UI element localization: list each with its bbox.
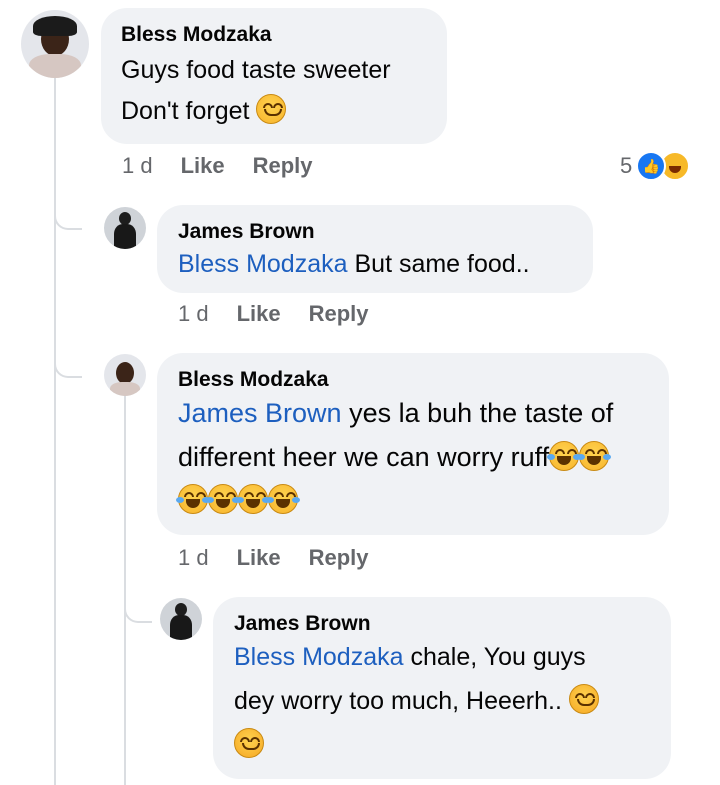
timestamp[interactable]: 1 d <box>122 153 153 179</box>
comment-text: Bless Modzaka But same food.. <box>178 250 530 278</box>
comment-text: dey worry too much, Heeerh.. <box>234 679 650 723</box>
like-button[interactable]: Like <box>237 301 281 327</box>
avatar[interactable] <box>104 354 146 396</box>
comment-author[interactable]: James Brown <box>234 611 650 637</box>
reply-button[interactable]: Reply <box>309 301 369 327</box>
comment-meta: 1 d Like Reply <box>122 153 313 179</box>
smiling-face-icon <box>568 684 599 714</box>
reply-button[interactable]: Reply <box>253 153 313 179</box>
like-button[interactable]: Like <box>237 545 281 571</box>
like-button[interactable]: Like <box>181 153 225 179</box>
tears-of-joy-icon <box>236 484 270 514</box>
comment-bubble: Bless Modzaka James Brown yes la buh the… <box>157 353 669 535</box>
tears-of-joy-icon <box>266 484 300 514</box>
comment-bubble: James Brown Bless Modzaka But same food.… <box>157 205 593 293</box>
smiling-face-icon <box>234 728 264 758</box>
mention-link[interactable]: Bless Modzaka <box>178 250 348 278</box>
thread-elbow <box>54 190 82 230</box>
comment-bubble: Bless Modzaka Guys food taste sweeter Do… <box>101 8 447 144</box>
comment-author[interactable]: Bless Modzaka <box>178 367 648 393</box>
comment-meta: 1 d Like Reply <box>178 545 369 571</box>
comment-author[interactable]: James Brown <box>178 219 572 245</box>
reaction-summary[interactable]: 5 👍 <box>620 151 691 181</box>
comment-text: Guys food taste sweeter <box>121 56 391 84</box>
mention-link[interactable]: James Brown <box>178 398 342 428</box>
comment-author[interactable]: Bless Modzaka <box>121 22 427 48</box>
timestamp[interactable]: 1 d <box>178 545 209 571</box>
tears-of-joy-icon <box>577 441 612 471</box>
comment-bubble: James Brown Bless Modzaka chale, You guy… <box>213 597 671 779</box>
thread-elbow <box>54 340 82 378</box>
avatar[interactable] <box>104 207 146 249</box>
comment-text: different heer we can worry ruff <box>178 435 648 480</box>
thread-line <box>54 78 56 785</box>
tears-of-joy-icon <box>547 441 582 471</box>
comment-meta: 1 d Like Reply <box>178 301 369 327</box>
reaction-count: 5 <box>620 153 633 178</box>
mention-link[interactable]: Bless Modzaka <box>234 643 404 671</box>
comment-emoji-row <box>234 723 650 767</box>
grinning-face-icon <box>256 94 287 124</box>
avatar[interactable] <box>21 10 89 78</box>
comment-emoji-row <box>176 478 648 523</box>
tears-of-joy-icon <box>176 484 210 514</box>
reply-button[interactable]: Reply <box>309 545 369 571</box>
like-icon: 👍 <box>636 151 667 181</box>
timestamp[interactable]: 1 d <box>178 301 209 327</box>
comment-text: Don't forget <box>121 89 427 133</box>
comment-text: Bless Modzaka chale, You guys <box>234 643 586 671</box>
comment-text: James Brown yes la buh the taste of <box>178 398 614 428</box>
tears-of-joy-icon <box>206 484 240 514</box>
thread-elbow <box>124 585 152 623</box>
avatar[interactable] <box>160 598 202 640</box>
